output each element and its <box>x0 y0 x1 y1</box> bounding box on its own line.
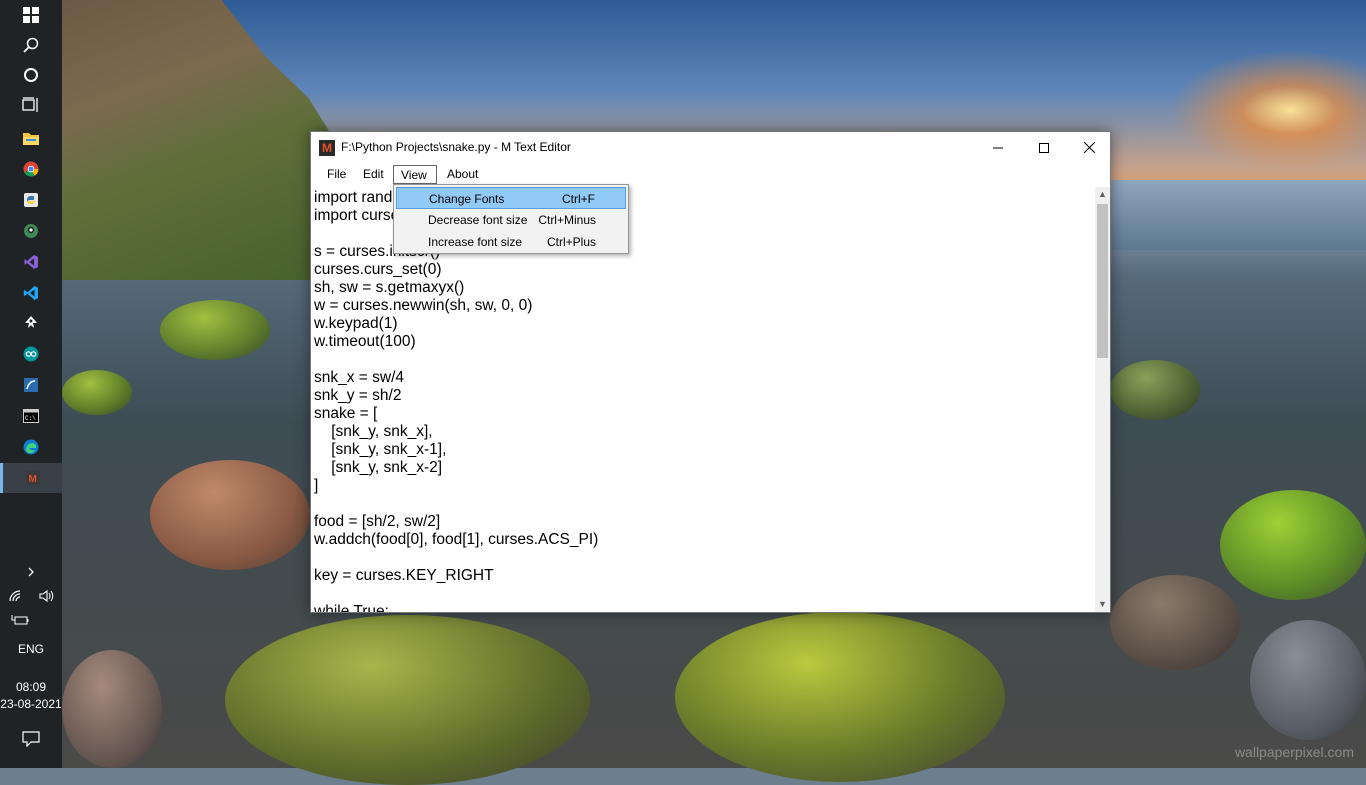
menu-item-label: Change Fonts <box>429 192 505 206</box>
windows-start-icon[interactable] <box>0 0 62 30</box>
clock-time[interactable]: 08:09 <box>0 680 62 694</box>
menu-item-change-fonts[interactable]: Change Fonts Ctrl+F <box>396 187 626 209</box>
scroll-up-icon[interactable]: ▲ <box>1095 187 1110 202</box>
menu-item-shortcut: Ctrl+F <box>562 192 595 206</box>
arduino-icon[interactable] <box>0 339 62 369</box>
minimize-button[interactable] <box>975 132 1021 163</box>
m-text-editor-icon[interactable]: M <box>0 463 62 493</box>
svg-text:C:\: C:\ <box>25 415 36 422</box>
wallpaper-rock <box>1220 490 1366 600</box>
menu-item-label: Decrease font size <box>428 213 528 227</box>
wallpaper-cliff <box>62 0 352 280</box>
github-desktop-icon[interactable] <box>0 216 62 246</box>
vscode-icon[interactable] <box>0 278 62 308</box>
menu-item-increase-font-size[interactable]: Increase font size Ctrl+Plus <box>396 231 626 253</box>
search-icon[interactable] <box>0 30 62 60</box>
menu-item-shortcut: Ctrl+Minus <box>538 213 596 227</box>
battery-icon[interactable] <box>0 605 40 635</box>
wallpaper-rock <box>62 370 132 415</box>
vertical-scrollbar[interactable]: ▲ ▼ <box>1095 187 1110 612</box>
wallpaper-rock <box>675 612 1005 782</box>
scroll-down-icon[interactable]: ▼ <box>1095 597 1110 612</box>
visual-studio-icon[interactable] <box>0 247 62 277</box>
task-view-icon[interactable] <box>0 90 62 120</box>
app-logo-icon: M <box>319 140 335 156</box>
menu-item-shortcut: Ctrl+Plus <box>546 235 596 249</box>
cortana-icon[interactable] <box>0 60 62 90</box>
wallpaper-rock <box>1250 620 1366 740</box>
maximize-button[interactable] <box>1021 132 1067 163</box>
language-indicator[interactable]: ENG <box>0 642 62 656</box>
menu-view[interactable]: View <box>393 165 437 184</box>
command-prompt-icon[interactable]: C:\ <box>0 401 62 431</box>
wallpaper-rock <box>1110 575 1240 670</box>
menu-file[interactable]: File <box>320 165 353 184</box>
file-explorer-icon[interactable] <box>0 123 62 153</box>
menu-about[interactable]: About <box>440 165 485 184</box>
title-bar[interactable]: M F:\Python Projects\snake.py - M Text E… <box>311 132 1110 163</box>
scrollbar-thumb[interactable] <box>1097 204 1108 358</box>
app-icon[interactable] <box>0 370 62 400</box>
wallpaper-rock <box>225 615 590 785</box>
chrome-icon[interactable] <box>0 154 62 184</box>
wallpaper-watermark: wallpaperpixel.com <box>1234 744 1354 760</box>
menu-bar: File Edit View About <box>311 163 1110 185</box>
menu-item-label: Increase font size <box>428 235 523 249</box>
wallpaper-sea <box>1110 180 1366 250</box>
inkscape-icon[interactable] <box>0 308 62 338</box>
wallpaper-rock <box>1110 360 1200 420</box>
edge-icon[interactable] <box>0 432 62 462</box>
close-button[interactable] <box>1066 132 1112 163</box>
svg-text:M: M <box>28 474 36 485</box>
clock-date[interactable]: 23-08-2021 <box>0 697 62 711</box>
menu-edit[interactable]: Edit <box>356 165 391 184</box>
window-title: F:\Python Projects\snake.py - M Text Edi… <box>341 140 571 154</box>
menu-item-decrease-font-size[interactable]: Decrease font size Ctrl+Minus <box>396 209 626 231</box>
notification-icon[interactable] <box>0 724 62 754</box>
wallpaper-rock <box>160 300 270 360</box>
taskbar: C:\ M ENG 08:09 23-08-2021 <box>0 0 62 768</box>
wallpaper-rock <box>62 650 162 768</box>
view-menu-dropdown: Change Fonts Ctrl+F Decrease font size C… <box>393 184 629 254</box>
python-idle-icon[interactable] <box>0 185 62 215</box>
wallpaper-rock <box>150 460 310 570</box>
